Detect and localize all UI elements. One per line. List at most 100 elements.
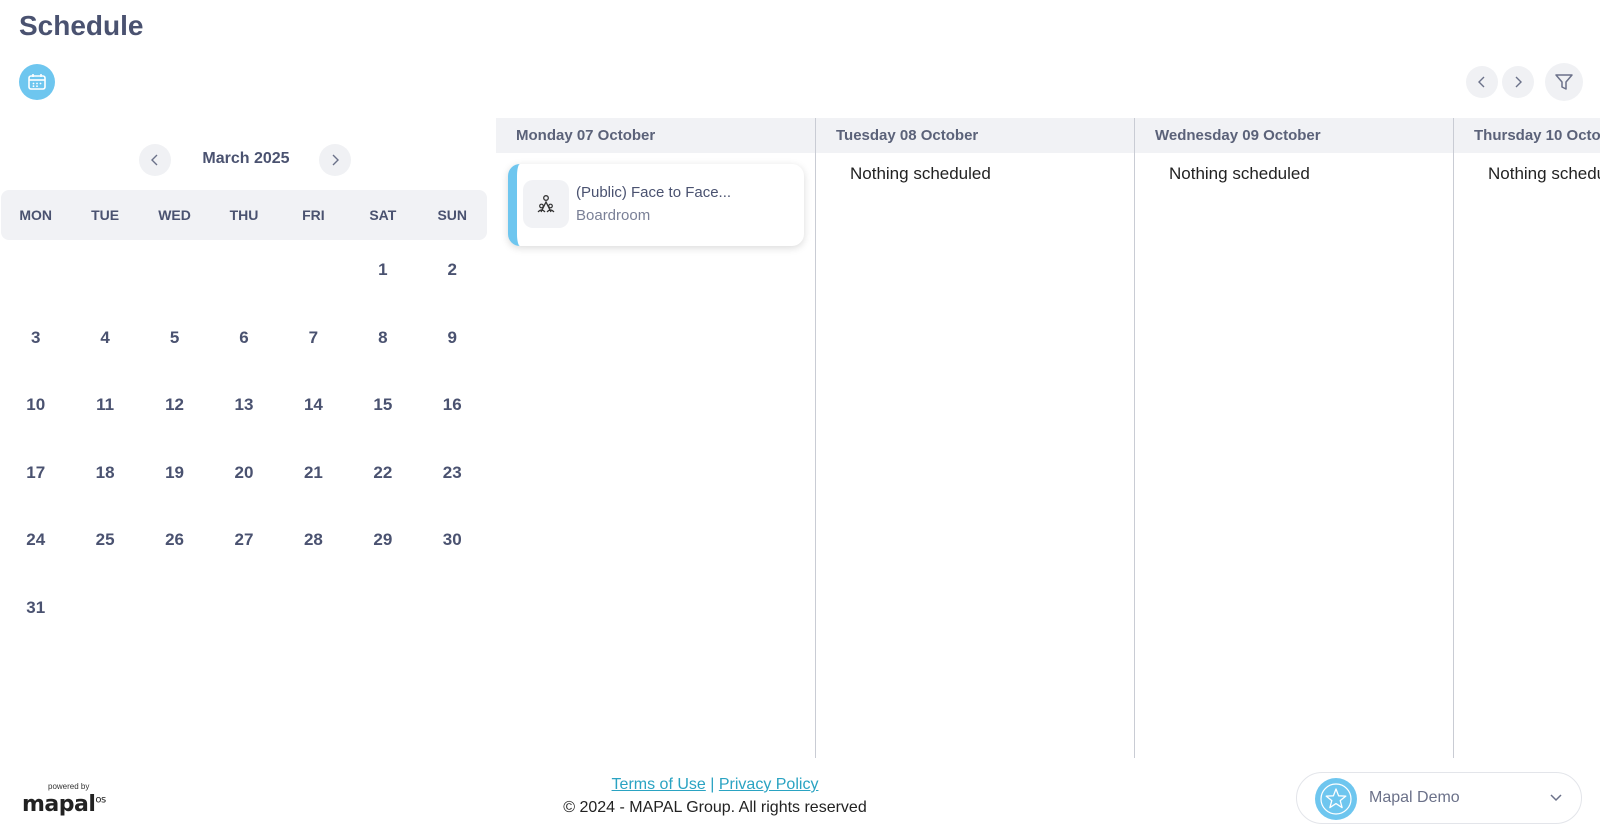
weekday-header: MON TUE WED THU FRI SAT SUN <box>1 190 487 240</box>
day-cell[interactable]: 20 <box>209 443 278 511</box>
day-cell[interactable]: 13 <box>209 375 278 443</box>
day-cell <box>140 578 209 646</box>
avatar <box>1315 778 1357 820</box>
week-row: 24 25 26 27 28 29 30 <box>1 510 487 578</box>
day-cell[interactable]: 2 <box>418 240 487 308</box>
day-cell[interactable]: 9 <box>418 308 487 376</box>
schedule-view: Monday 07 October (Public) Face to Face.… <box>496 118 1600 758</box>
event-location: Boardroom <box>576 207 651 224</box>
day-cell[interactable]: 24 <box>1 510 70 578</box>
day-cell[interactable]: 18 <box>70 443 139 511</box>
day-cell[interactable]: 6 <box>209 308 278 376</box>
day-cell[interactable]: 21 <box>279 443 348 511</box>
day-cell[interactable]: 10 <box>1 375 70 443</box>
brand-name: mapal <box>22 792 96 817</box>
day-cell[interactable]: 15 <box>348 375 417 443</box>
day-cell <box>279 578 348 646</box>
day-cell[interactable]: 19 <box>140 443 209 511</box>
day-cell[interactable]: 7 <box>279 308 348 376</box>
week-row: 17 18 19 20 21 22 23 <box>1 443 487 511</box>
day-column-header: Tuesday 08 October <box>816 118 1134 153</box>
event-card[interactable]: (Public) Face to Face... Boardroom <box>508 164 804 246</box>
link-separator: | <box>710 776 715 793</box>
weekday-label: MON <box>19 207 53 223</box>
day-cell[interactable]: 31 <box>1 578 70 646</box>
day-column-tuesday: Tuesday 08 October Nothing scheduled <box>815 118 1134 758</box>
star-icon <box>1320 783 1352 815</box>
page-title: Schedule <box>19 10 144 41</box>
day-cell <box>70 240 139 308</box>
day-cell <box>140 240 209 308</box>
chevron-right-icon <box>332 154 339 166</box>
day-cell[interactable]: 23 <box>418 443 487 511</box>
account-name: Mapal Demo <box>1369 789 1460 806</box>
mini-calendar: March 2025 MON TUE WED THU FRI SAT SUN 1… <box>0 140 488 617</box>
empty-state-text: Nothing scheduled <box>1169 164 1310 183</box>
weekday-label: SUN <box>437 207 468 223</box>
day-cell <box>70 578 139 646</box>
previous-week-button[interactable] <box>1466 66 1498 98</box>
day-column-header: Monday 07 October <box>496 118 815 153</box>
weekday-label: SAT <box>369 207 397 223</box>
mini-calendar-header: March 2025 <box>0 140 488 180</box>
week-row: 3 4 5 6 7 8 9 <box>1 308 487 376</box>
previous-month-button[interactable] <box>139 144 171 176</box>
day-cell[interactable]: 14 <box>279 375 348 443</box>
day-column-header: Thursday 10 October <box>1454 118 1600 153</box>
day-cell <box>418 578 487 646</box>
calendar-icon <box>28 74 46 90</box>
chevron-left-icon <box>151 154 158 166</box>
day-cell[interactable]: 8 <box>348 308 417 376</box>
day-cell[interactable]: 28 <box>279 510 348 578</box>
day-column-header: Wednesday 09 October <box>1135 118 1453 153</box>
month-label: March 2025 <box>202 150 290 167</box>
event-type-badge <box>523 180 569 228</box>
day-cell <box>209 240 278 308</box>
day-cell[interactable]: 1 <box>348 240 417 308</box>
day-column-monday: Monday 07 October (Public) Face to Face.… <box>496 118 815 758</box>
day-cell <box>348 578 417 646</box>
week-row: 10 11 12 13 14 15 16 <box>1 375 487 443</box>
event-title: (Public) Face to Face... <box>576 184 732 201</box>
day-cell[interactable]: 17 <box>1 443 70 511</box>
chevron-down-icon <box>1550 794 1562 802</box>
filter-button[interactable] <box>1545 63 1583 101</box>
day-cell[interactable]: 29 <box>348 510 417 578</box>
day-cell[interactable]: 22 <box>348 443 417 511</box>
day-cell[interactable]: 3 <box>1 308 70 376</box>
day-cell[interactable]: 11 <box>70 375 139 443</box>
next-week-button[interactable] <box>1502 66 1534 98</box>
day-cell[interactable]: 4 <box>70 308 139 376</box>
day-cell <box>279 240 348 308</box>
terms-of-use-link[interactable]: Terms of Use <box>612 776 706 793</box>
chevron-left-icon <box>1478 76 1485 88</box>
account-switcher[interactable]: Mapal Demo <box>1296 772 1582 824</box>
empty-state-text: Nothing scheduled <box>850 164 991 183</box>
day-cell[interactable]: 26 <box>140 510 209 578</box>
day-cell <box>1 240 70 308</box>
chevron-right-icon <box>1515 76 1522 88</box>
brand-logo: mapalos <box>22 792 106 817</box>
weekday-label: THU <box>229 207 259 223</box>
brand-suffix: os <box>95 794 106 806</box>
day-cell[interactable]: 16 <box>418 375 487 443</box>
privacy-policy-link[interactable]: Privacy Policy <box>719 776 819 793</box>
weekday-label: FRI <box>302 207 325 223</box>
copyright-text: © 2024 - MAPAL Group. All rights reserve… <box>563 799 867 816</box>
weekday-label: TUE <box>91 207 120 223</box>
filter-icon <box>1555 74 1573 90</box>
day-cell[interactable]: 5 <box>140 308 209 376</box>
week-row: 1 2 <box>1 240 487 308</box>
footer-links: Terms of Use | Privacy Policy <box>560 776 870 794</box>
day-grid: 1 2 3 4 5 6 7 8 9 10 11 12 13 14 15 16 1… <box>1 240 487 645</box>
day-cell[interactable]: 30 <box>418 510 487 578</box>
weekday-label: WED <box>158 207 191 223</box>
day-cell <box>209 578 278 646</box>
next-month-button[interactable] <box>319 144 351 176</box>
day-cell[interactable]: 12 <box>140 375 209 443</box>
calendar-toggle-button[interactable] <box>19 64 55 100</box>
day-cell[interactable]: 25 <box>70 510 139 578</box>
empty-state-text: Nothing scheduled <box>1488 164 1600 183</box>
week-row: 31 <box>1 578 487 646</box>
day-cell[interactable]: 27 <box>209 510 278 578</box>
